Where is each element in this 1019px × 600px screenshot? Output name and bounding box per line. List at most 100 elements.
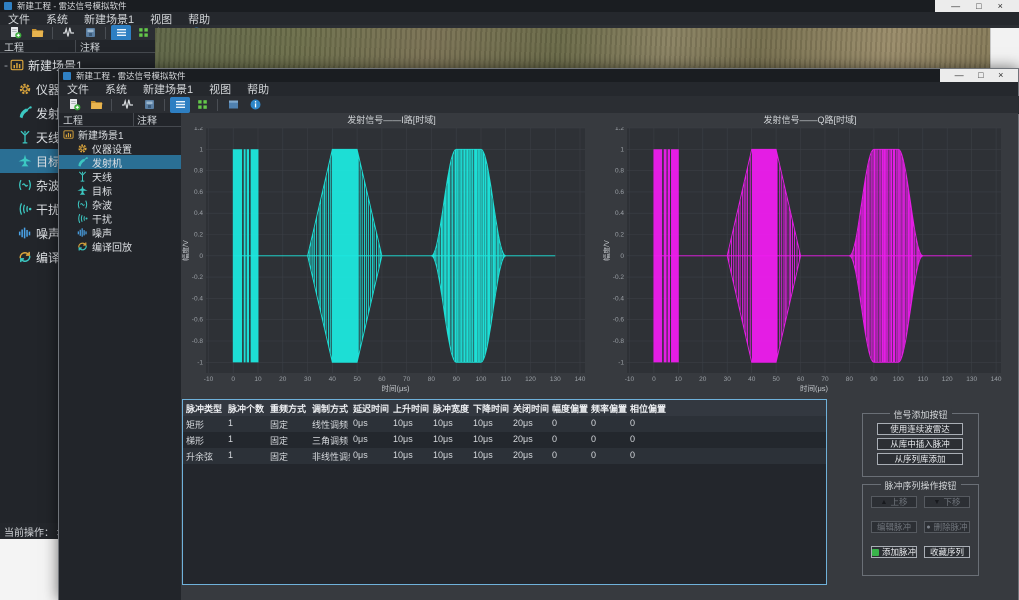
table-header-cell[interactable]: 延迟时间 — [350, 400, 390, 416]
sequence-ops-groupbox: 脉冲序列操作按钮 ▲上移▼下移编辑脉冲●删除脉冲添加脉冲收藏序列 — [862, 484, 979, 576]
add-icon — [872, 549, 879, 556]
waveform-view-button[interactable] — [117, 97, 137, 113]
table-cell: 0 — [588, 416, 627, 432]
table-header-cell[interactable]: 下降时间 — [470, 400, 510, 416]
table-header-cell[interactable]: 幅度偏置 — [549, 400, 588, 416]
add-from-sequence-library-button[interactable]: 从序列库添加 — [877, 453, 963, 465]
table-cell: 0μs — [350, 432, 390, 448]
panel-view-button[interactable] — [223, 97, 243, 113]
table-cell: 0 — [627, 432, 825, 448]
tree-header-divider — [133, 113, 134, 126]
table-header-cell[interactable]: 关闭时间 — [510, 400, 549, 416]
svg-text:10: 10 — [675, 376, 683, 383]
menu-item-file[interactable]: 文件 — [59, 80, 97, 98]
sidebar-item-label: 干扰 — [36, 201, 60, 218]
table-header-cell[interactable]: 相位偏置 — [627, 400, 825, 416]
maximize-button[interactable]: □ — [978, 71, 983, 80]
svg-text:-0.6: -0.6 — [613, 317, 625, 324]
table-cell: 10μs — [390, 416, 430, 432]
clutter-icon — [77, 199, 88, 210]
sidebar-item-label: 目标 — [92, 183, 112, 198]
table-row[interactable]: 升余弦1固定非线性调频0μs10μs10μs10μs20μs000 — [183, 448, 826, 464]
table-header-cell[interactable]: 重频方式 — [267, 400, 309, 416]
list-view-icon — [174, 98, 187, 111]
grid-view-button[interactable] — [192, 97, 212, 113]
svg-text:100: 100 — [476, 376, 487, 383]
svg-text:120: 120 — [525, 376, 536, 383]
info-button[interactable] — [245, 97, 265, 113]
table-header-cell[interactable]: 脉冲类型 — [183, 400, 225, 416]
sidebar-item-antenna[interactable]: 天线 — [59, 169, 181, 183]
list-view-button[interactable] — [111, 25, 131, 41]
table-header-cell[interactable]: 调制方式 — [309, 400, 350, 416]
table-row[interactable]: 梯形1固定三角调频0μs10μs10μs10μs20μs000 — [183, 432, 826, 448]
new-file-button[interactable] — [64, 97, 84, 113]
save-sequence-button[interactable]: 收藏序列 — [924, 546, 970, 558]
svg-text:0.2: 0.2 — [194, 232, 203, 239]
waveform-view-button[interactable] — [58, 25, 78, 41]
tree-col-project: 工程 — [59, 113, 83, 127]
arrow-up-icon: ▲ — [881, 499, 888, 506]
charts-row: 发射信号——I路[时域] -10010203040506070809010011… — [181, 113, 1018, 396]
sidebar-item-jamming[interactable]: 干扰 — [59, 211, 181, 225]
chart-title: 发射信号——Q路[时域] — [602, 113, 1018, 127]
export-button[interactable] — [139, 97, 159, 113]
menu-item-scene[interactable]: 新建场景1 — [135, 80, 201, 98]
svg-text:60: 60 — [378, 376, 386, 383]
table-header-cell[interactable]: 频率偏置 — [588, 400, 627, 416]
grid-view-button[interactable] — [133, 25, 153, 41]
sidebar-item-label: 杂波 — [92, 197, 112, 212]
menu-item-system[interactable]: 系统 — [97, 80, 135, 98]
sidebar-item-instrument[interactable]: 仪器设置 — [59, 141, 181, 155]
move-down-button[interactable]: ▼下移 — [924, 496, 970, 508]
export-button[interactable] — [80, 25, 100, 41]
table-header-row: 脉冲类型脉冲个数重频方式调制方式延迟时间上升时间脉冲宽度下降时间关闭时间幅度偏置… — [183, 400, 826, 416]
add-pulse-button[interactable]: 添加脉冲 — [871, 546, 917, 558]
use-cw-radar-button[interactable]: 使用连续波雷达 — [877, 423, 963, 435]
sidebar-item-scene[interactable]: 新建场景1 — [59, 127, 181, 141]
minimize-button[interactable]: — — [955, 71, 964, 80]
waveform-icon — [121, 98, 134, 111]
button-label: 收藏序列 — [930, 546, 964, 558]
svg-text:1: 1 — [620, 146, 624, 153]
table-cell: 0 — [588, 448, 627, 464]
table-header-cell[interactable]: 脉冲个数 — [225, 400, 267, 416]
sidebar-item-playback[interactable]: 编译回放 — [59, 239, 181, 253]
expander-icon[interactable]: - — [4, 58, 8, 72]
svg-text:100: 100 — [893, 376, 904, 383]
playback-icon — [18, 250, 32, 264]
menu-item-view[interactable]: 视图 — [201, 80, 239, 98]
menu-item-help[interactable]: 帮助 — [239, 80, 277, 98]
delete-icon: ● — [926, 524, 930, 531]
insert-pulse-from-library-button[interactable]: 从库中插入脉冲 — [877, 438, 963, 450]
table-cell: 0 — [549, 448, 588, 464]
svg-text:0.6: 0.6 — [615, 189, 624, 196]
sidebar-item-clutter[interactable]: 杂波 — [59, 197, 181, 211]
list-view-button[interactable] — [170, 97, 190, 113]
table-header-cell[interactable]: 上升时间 — [390, 400, 430, 416]
maximize-button[interactable]: □ — [976, 2, 981, 11]
close-button[interactable]: × — [998, 2, 1003, 11]
svg-text:30: 30 — [724, 376, 732, 383]
delete-pulse-button[interactable]: ●删除脉冲 — [924, 521, 970, 533]
move-up-button[interactable]: ▲上移 — [871, 496, 917, 508]
open-project-button[interactable] — [27, 25, 47, 41]
groupbox-title: 脉冲序列操作按钮 — [880, 479, 960, 492]
close-button[interactable]: × — [998, 71, 1003, 80]
table-header-cell[interactable]: 脉冲宽度 — [430, 400, 470, 416]
new-file-button[interactable] — [5, 25, 25, 41]
sidebar-item-transmitter[interactable]: 发射机 — [59, 155, 181, 169]
minimize-button[interactable]: — — [951, 2, 960, 11]
sidebar-item-noise[interactable]: 噪声 — [59, 225, 181, 239]
sidebar-item-label: 编译回放 — [92, 239, 132, 254]
table-row[interactable]: 矩形1固定线性调频0μs10μs10μs10μs20μs000 — [183, 416, 826, 432]
desktop: 新建工程 - 雷达信号模拟软件 —□× 文件系统新建场景1视图帮助 工程 注释 … — [0, 0, 1019, 600]
button-label: 下移 — [943, 496, 960, 508]
fw-project-tree: 工程 注释 新建场景1仪器设置发射机天线目标杂波干扰噪声编译回放 — [59, 113, 181, 600]
sidebar-item-target[interactable]: 目标 — [59, 183, 181, 197]
table-cell: 线性调频 — [309, 416, 350, 432]
edit-pulse-button[interactable]: 编辑脉冲 — [871, 521, 917, 533]
clutter-icon — [18, 178, 32, 192]
open-project-button[interactable] — [86, 97, 106, 113]
q-channel-plot: -1001020304050607080901001101201301401.2… — [602, 127, 1018, 394]
